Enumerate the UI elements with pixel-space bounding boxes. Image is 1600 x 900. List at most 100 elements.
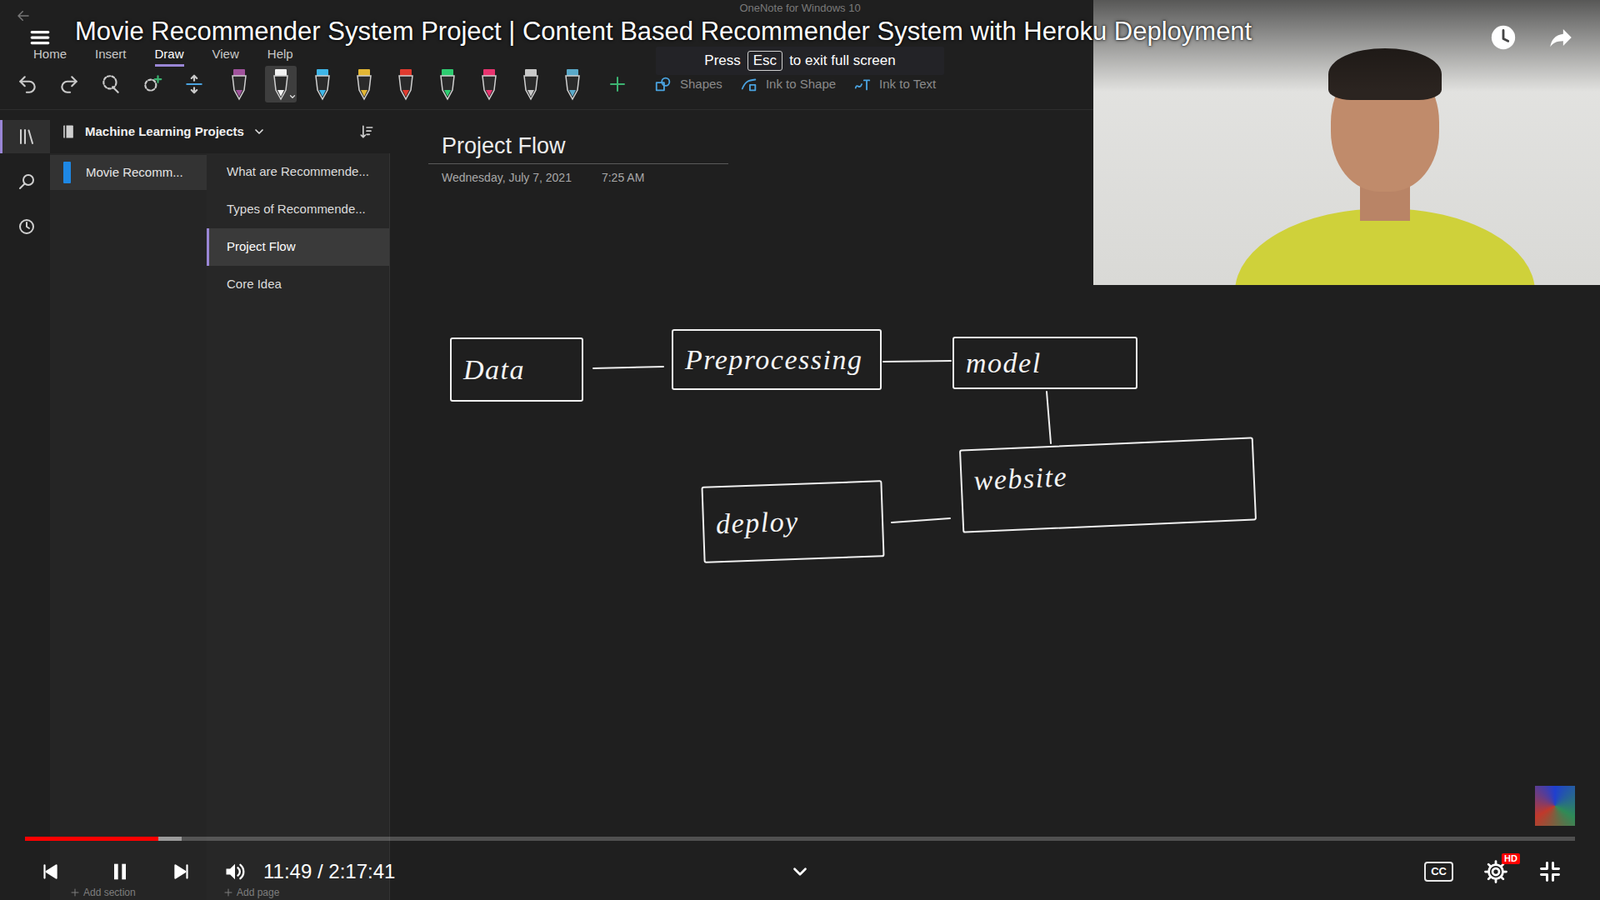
page-title[interactable]: Project Flow [441, 131, 729, 160]
pen-button[interactable] [306, 65, 339, 103]
notebook-icon [60, 123, 77, 140]
ribbon-tab[interactable]: View [212, 46, 240, 67]
next-icon[interactable] [170, 860, 194, 884]
section-label: Movie Recomm... [85, 163, 184, 183]
hd-badge: HD [1501, 853, 1520, 865]
chevron-down-icon[interactable] [788, 860, 812, 884]
ink-to-text-icon [852, 74, 873, 95]
add-page-label: Add page [236, 886, 280, 899]
pen-button[interactable] [265, 65, 297, 103]
dropdown-chevron-icon[interactable] [288, 92, 297, 101]
pen-icon [436, 67, 459, 101]
pen-button[interactable] [556, 65, 589, 103]
pen-button[interactable] [515, 65, 547, 103]
right-controls: CC HD [1424, 858, 1562, 885]
sort-icon[interactable] [358, 123, 375, 140]
nav-button[interactable] [0, 210, 50, 244]
page-label: What are Recommende... [226, 162, 370, 182]
diagram-node[interactable]: Preprocessing [671, 329, 882, 390]
notebooks-icon [16, 126, 37, 147]
hamburger-menu-icon[interactable] [27, 26, 53, 49]
pen-icon [478, 67, 500, 101]
pen-button[interactable] [390, 65, 422, 103]
section-list: Movie Recomm... [50, 153, 207, 900]
pause-icon[interactable] [108, 860, 132, 884]
pen-icon [270, 67, 292, 101]
ribbon-button-label: Shapes [680, 76, 723, 92]
recent-icon [16, 216, 37, 237]
pen-button[interactable] [473, 65, 505, 103]
add-page-button[interactable]: Add page [223, 886, 280, 899]
notebook-pane: Machine Learning Projects Movie Recomm..… [50, 110, 390, 900]
redo-icon[interactable] [56, 71, 82, 97]
pen-icon [311, 67, 334, 101]
channel-watermark[interactable] [1535, 785, 1575, 826]
pen-icon [520, 67, 542, 101]
pen-icon [561, 67, 584, 101]
ribbon-button[interactable]: Ink to Text [852, 74, 936, 95]
exit-fullscreen-icon[interactable] [1538, 860, 1562, 884]
diagram-node-label: deploy [715, 505, 800, 541]
pen-button[interactable] [348, 65, 380, 103]
esc-key: Esc [747, 50, 783, 71]
nav-strip [0, 110, 50, 900]
page-item[interactable]: What are Recommende... [206, 153, 390, 191]
add-section-button[interactable]: Add section [70, 886, 136, 899]
ribbon-tab[interactable]: Help [267, 46, 294, 67]
nav-button[interactable] [0, 165, 50, 199]
webcam-video [1093, 0, 1600, 285]
lasso-select-icon[interactable] [98, 71, 124, 97]
back-arrow-icon[interactable] [15, 7, 32, 25]
pen-gallery [223, 65, 589, 103]
ribbon-tab[interactable]: Home [33, 46, 67, 67]
diagram-node[interactable]: model [952, 336, 1138, 390]
page-title-box[interactable]: Project Flow [428, 131, 729, 165]
diagram-node-label: website [973, 460, 1069, 498]
diagram-node[interactable]: Data [450, 337, 584, 402]
captions-button[interactable]: CC [1424, 861, 1454, 882]
diagram-node-label: Preprocessing [685, 343, 863, 377]
fullscreen-toast: PressEscto exit full screen [655, 46, 945, 75]
volume-icon[interactable] [223, 860, 247, 884]
pen-button[interactable] [223, 65, 255, 103]
settings-button[interactable]: HD [1481, 858, 1510, 885]
video-title[interactable]: Movie Recommender System Project | Conte… [75, 16, 1252, 47]
add-pen-icon[interactable] [605, 71, 630, 97]
chevron-icon[interactable] [252, 125, 266, 139]
add-shape-icon[interactable] [140, 71, 165, 97]
left-controls: 11:49 / 2:17:41 [38, 858, 395, 885]
undo-icon[interactable] [15, 71, 40, 97]
page-label: Project Flow [226, 237, 296, 257]
diagram-node[interactable]: deploy [700, 480, 885, 564]
section-item[interactable]: Movie Recomm... [50, 155, 207, 190]
insert-space-icon[interactable] [181, 71, 207, 97]
page-item[interactable]: Types of Recommende... [206, 190, 390, 229]
notebook-name[interactable]: Machine Learning Projects [85, 122, 245, 142]
player-controls: 11:49 / 2:17:41 CC HD [0, 858, 1600, 885]
pen-icon [228, 67, 250, 101]
ink-to-shape-icon [739, 74, 760, 95]
ribbon-button[interactable]: Shapes [653, 74, 723, 95]
previous-icon[interactable] [38, 860, 62, 884]
ribbon-button-label: Ink to Shape [765, 76, 836, 92]
ribbon-tab[interactable]: Insert [95, 46, 127, 67]
ribbon-tab[interactable]: Draw [155, 46, 185, 67]
ribbon-button[interactable]: Ink to Shape [739, 74, 836, 95]
diagram-node[interactable]: website [959, 436, 1257, 533]
page-list: What are Recommende... Types of Recommend… [206, 153, 390, 900]
nav-button[interactable] [0, 120, 50, 154]
onenote-footer: Add section Add page [0, 886, 417, 899]
page-label: Types of Recommende... [226, 200, 366, 220]
progress-bar[interactable] [25, 836, 1575, 841]
plus-icon [223, 887, 234, 898]
page-time: 7:25 AM [601, 169, 645, 187]
pen-button[interactable] [431, 65, 464, 103]
page-label: Core Idea [226, 275, 282, 295]
pen-icon [353, 67, 375, 101]
search-icon [16, 171, 37, 192]
toast-text: to exit full screen [789, 50, 896, 72]
page-item[interactable]: Core Idea [206, 265, 390, 304]
shapes-icon [653, 74, 674, 95]
played-fill [25, 836, 159, 841]
page-item[interactable]: Project Flow [206, 228, 390, 266]
